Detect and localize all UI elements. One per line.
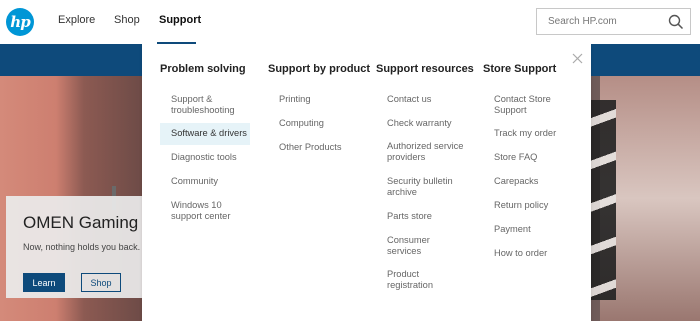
column-title: Store Support [483,63,557,75]
link-diagnostic-tools[interactable]: Diagnostic tools [171,152,237,163]
column-support-resources: Support resources [376,63,474,75]
link-community[interactable]: Community [171,176,218,187]
search-icon[interactable] [668,14,684,30]
column-support-by-product: Support by product [268,63,370,75]
column-store-support: Store Support [483,63,556,75]
hp-logo[interactable]: hp [6,8,34,36]
column-problem-solving: Problem solving [160,63,246,75]
promo-card: OMEN Gaming Now, nothing holds you back.… [6,196,154,298]
shop-button[interactable]: Shop [81,273,121,292]
nav-shop[interactable]: Shop [114,14,140,26]
link-support-troubleshooting[interactable]: Support & troubleshooting [171,94,251,116]
link-security-bulletin[interactable]: Security bulletin archive [387,176,459,198]
link-track-my-order[interactable]: Track my order [494,128,556,139]
promo-title: OMEN Gaming [23,213,139,232]
hero-figure [588,100,616,300]
link-return-policy[interactable]: Return policy [494,200,548,211]
link-consumer-services[interactable]: Consumer services [387,235,437,257]
close-icon[interactable] [572,53,583,64]
link-carepacks[interactable]: Carepacks [494,176,538,187]
nav-support[interactable]: Support [159,14,201,26]
search-input[interactable] [537,9,662,34]
link-how-to-order[interactable]: How to order [494,248,547,259]
column-title: Problem solving [160,63,246,75]
link-authorized-service[interactable]: Authorized service providers [387,141,469,163]
link-contact-store-support[interactable]: Contact Store Support [494,94,564,116]
support-dropdown-menu: Problem solving Support & troubleshootin… [142,44,591,321]
link-product-registration[interactable]: Product registration [387,269,442,291]
nav-explore[interactable]: Explore [58,14,95,26]
link-computing[interactable]: Computing [279,118,324,129]
link-parts-store[interactable]: Parts store [387,211,432,222]
column-title: Support by product [268,63,371,75]
column-title: Support resources [376,63,474,75]
nav-active-indicator [157,42,196,44]
link-printing[interactable]: Printing [279,94,311,105]
link-windows-10-support[interactable]: Windows 10 support center [171,200,241,222]
site-header: hp Explore Shop Support [0,0,700,44]
link-contact-us[interactable]: Contact us [387,94,431,105]
search-box [536,8,691,35]
learn-button[interactable]: Learn [23,273,65,292]
link-payment[interactable]: Payment [494,224,531,235]
promo-subtitle: Now, nothing holds you back. [23,242,141,252]
link-other-products[interactable]: Other Products [279,142,342,153]
link-store-faq[interactable]: Store FAQ [494,152,537,163]
link-check-warranty[interactable]: Check warranty [387,118,452,129]
link-software-drivers[interactable]: Software & drivers [160,123,250,145]
